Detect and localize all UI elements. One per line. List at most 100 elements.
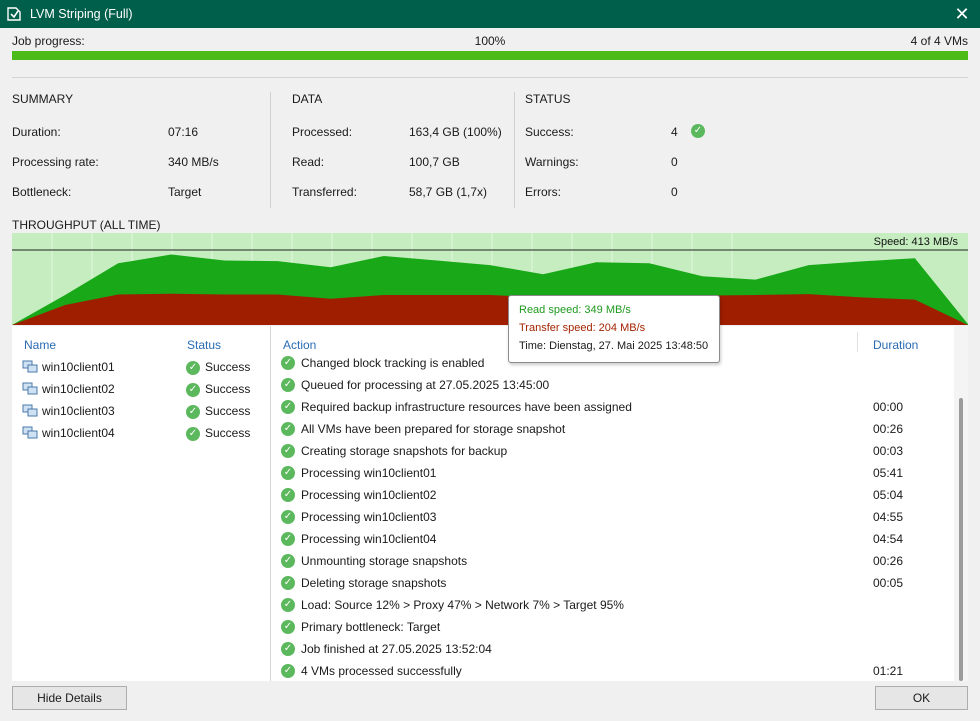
hide-details-button[interactable]: Hide Details (12, 686, 127, 710)
vm-name: win10client04 (42, 426, 115, 440)
column-divider (270, 92, 271, 208)
chart-tooltip: Read speed: 349 MB/s Transfer speed: 204… (508, 295, 720, 363)
action-row: ✓ Primary bottleneck: Target (281, 616, 951, 638)
action-row: ✓ All VMs have been prepared for storage … (281, 418, 951, 440)
vm-icon (22, 360, 38, 373)
success-check-icon: ✓ (691, 124, 705, 138)
success-check-icon: ✓ (281, 664, 295, 678)
action-text: Processing win10client02 (301, 488, 437, 502)
action-duration: 00:05 (873, 576, 904, 590)
action-duration: 05:04 (873, 488, 904, 502)
stat-value: 100,7 GB (409, 155, 460, 169)
stat-label: Processing rate: (12, 155, 99, 169)
stat-label: Warnings: (525, 155, 579, 169)
action-row: ✓ Deleting storage snapshots 00:05 (281, 572, 951, 594)
action-duration: 04:55 (873, 510, 904, 524)
stat-label: Success: (525, 125, 574, 139)
action-log: Action Duration ✓ Changed block tracking … (271, 326, 968, 681)
vm-icon (22, 404, 38, 417)
job-progress-percent: 100% (474, 34, 506, 48)
stat-label: Bottleneck: (12, 185, 72, 199)
close-icon[interactable]: ✕ (952, 4, 972, 24)
vm-row[interactable]: win10client03 ✓ Success (22, 402, 262, 422)
throughput-chart: Speed: 413 MB/s (12, 233, 968, 325)
action-text: 4 VMs processed successfully (301, 664, 462, 678)
stat-label: Duration: (12, 125, 61, 139)
action-text: Changed block tracking is enabled (301, 356, 485, 370)
action-column-header[interactable]: Action (283, 338, 316, 352)
stat-value: 0 (671, 185, 678, 199)
stat-value: 163,4 GB (100%) (409, 125, 502, 139)
action-text: Deleting storage snapshots (301, 576, 447, 590)
vm-row[interactable]: win10client04 ✓ Success (22, 424, 262, 444)
vm-status: Success (205, 382, 251, 396)
action-text: Job finished at 27.05.2025 13:52:04 (301, 642, 492, 656)
success-check-icon: ✓ (281, 642, 295, 656)
action-duration: 00:26 (873, 422, 904, 436)
success-check-icon: ✓ (186, 361, 200, 375)
success-check-icon: ✓ (281, 378, 295, 392)
vm-name: win10client02 (42, 382, 115, 396)
action-text: Creating storage snapshots for backup (301, 444, 508, 458)
vm-icon (22, 426, 38, 439)
success-check-icon: ✓ (281, 510, 295, 524)
success-check-icon: ✓ (186, 427, 200, 441)
action-row: ✓ Unmounting storage snapshots 00:26 (281, 550, 951, 572)
success-check-icon: ✓ (281, 554, 295, 568)
action-text: Processing win10client01 (301, 466, 437, 480)
data-header: DATA (292, 92, 323, 106)
tooltip-time: Time: Dienstag, 27. Mai 2025 13:48:50 (519, 340, 709, 352)
action-text: Load: Source 12% > Proxy 47% > Network 7… (301, 598, 624, 612)
transfer-speed-area (12, 293, 968, 325)
action-row: ✓ Creating storage snapshots for backup 00… (281, 440, 951, 462)
action-duration: 00:26 (873, 554, 904, 568)
scrollbar-thumb[interactable] (959, 398, 963, 681)
vm-row[interactable]: win10client01 ✓ Success (22, 358, 262, 378)
action-row: ✓ Processing win10client04 04:54 (281, 528, 951, 550)
vm-row[interactable]: win10client02 ✓ Success (22, 380, 262, 400)
action-text: Primary bottleneck: Target (301, 620, 441, 634)
success-check-icon: ✓ (281, 466, 295, 480)
action-text: Queued for processing at 27.05.2025 13:4… (301, 378, 550, 392)
action-text: Processing win10client03 (301, 510, 437, 524)
job-progress-fill (12, 51, 968, 60)
action-duration: 00:03 (873, 444, 904, 458)
action-text: All VMs have been prepared for storage s… (301, 422, 566, 436)
success-check-icon: ✓ (186, 405, 200, 419)
job-progress-count: 4 of 4 VMs (910, 34, 968, 48)
stat-label: Transferred: (292, 185, 357, 199)
action-duration: 04:54 (873, 532, 904, 546)
action-row: ✓ Load: Source 12% > Proxy 47% > Network … (281, 594, 951, 616)
action-row: ✓ Processing win10client03 04:55 (281, 506, 951, 528)
divider (12, 77, 968, 78)
status-header: STATUS (525, 92, 571, 106)
success-check-icon: ✓ (186, 383, 200, 397)
job-progress-bar (12, 51, 968, 60)
speed-label: Speed: 413 MB/s (873, 236, 958, 248)
success-check-icon: ✓ (281, 422, 295, 436)
duration-column-header[interactable]: Duration (873, 338, 918, 352)
status-column-header[interactable]: Status (187, 338, 221, 352)
ok-button[interactable]: OK (875, 686, 968, 710)
action-row: ✓ Queued for processing at 27.05.2025 13:… (281, 374, 951, 396)
action-log-scrollbar[interactable] (954, 326, 968, 681)
tooltip-transfer-speed: Transfer speed: 204 MB/s (519, 322, 646, 334)
action-text: Processing win10client04 (301, 532, 437, 546)
success-check-icon: ✓ (281, 444, 295, 458)
action-row: ✓ Required backup infrastructure resource… (281, 396, 951, 418)
success-check-icon: ✓ (281, 532, 295, 546)
stat-value: 58,7 GB (1,7x) (409, 185, 488, 199)
action-duration: 05:41 (873, 466, 904, 480)
title-bar: LVM Striping (Full) ✕ (0, 0, 980, 28)
success-check-icon: ✓ (281, 400, 295, 414)
success-check-icon: ✓ (281, 488, 295, 502)
action-duration: 01:21 (873, 664, 904, 678)
name-column-header[interactable]: Name (24, 338, 56, 352)
throughput-label: THROUGHPUT (ALL TIME) (12, 218, 161, 232)
header-divider (857, 332, 858, 352)
success-check-icon: ✓ (281, 356, 295, 370)
vm-status: Success (205, 426, 251, 440)
action-duration: 00:00 (873, 400, 904, 414)
stat-value: 0 (671, 155, 678, 169)
vm-name: win10client01 (42, 360, 115, 374)
